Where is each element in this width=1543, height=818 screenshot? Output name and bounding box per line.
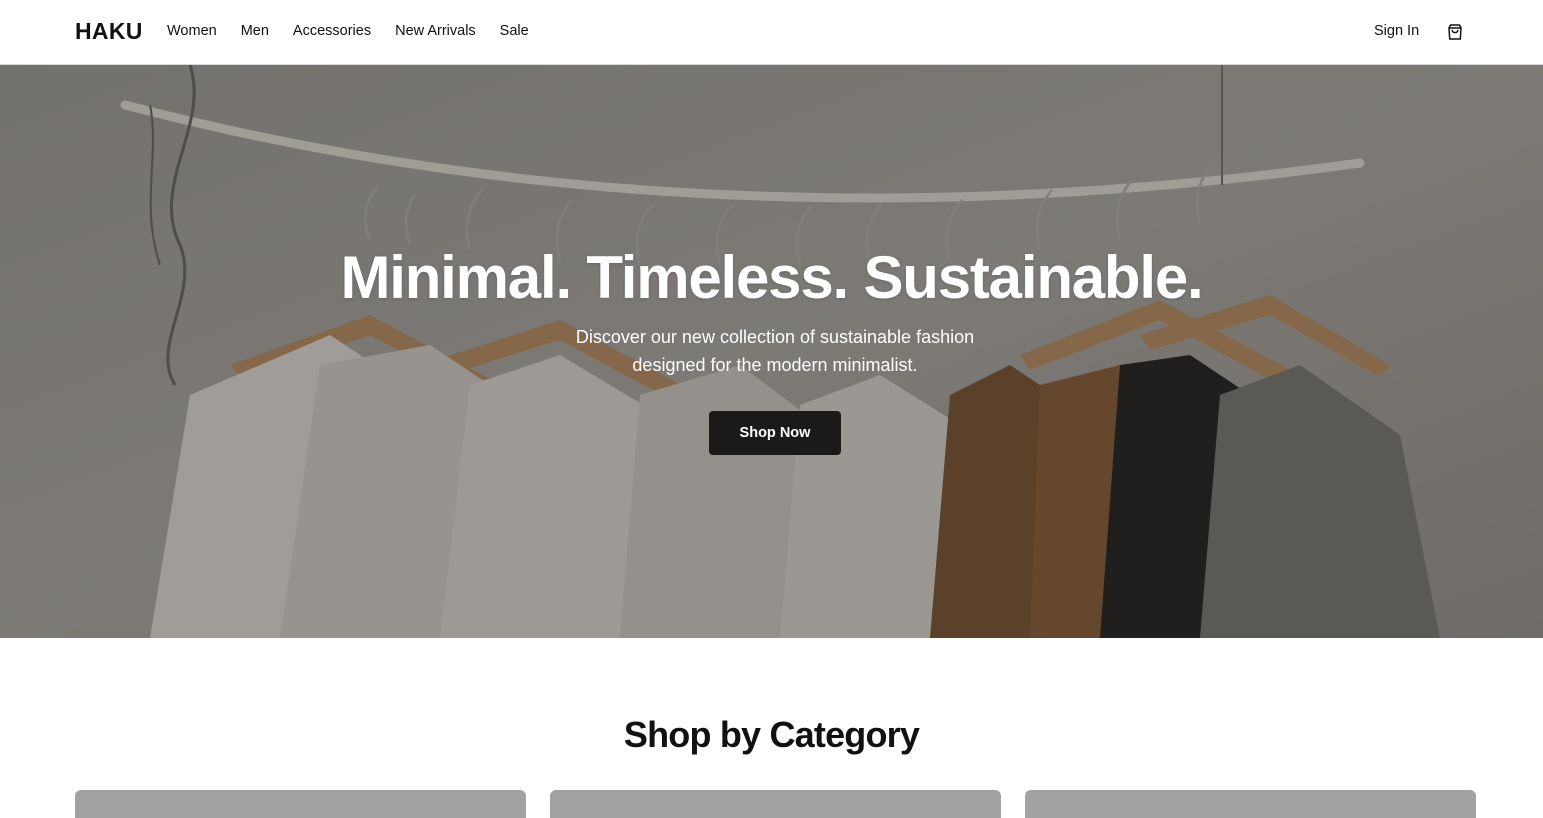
hero-subtitle: Discover our new collection of sustainab… — [575, 327, 975, 375]
shopping-bag-icon — [1448, 24, 1462, 40]
sign-in-link[interactable]: Sign In — [1374, 23, 1419, 39]
category-card[interactable] — [1025, 790, 1476, 818]
hero-title: Minimal. Timeless. Sustainable. — [340, 244, 1203, 311]
nav-women[interactable]: Women — [167, 23, 217, 39]
nav-new-arrivals[interactable]: New Arrivals — [395, 23, 476, 39]
shop-now-button[interactable]: Shop Now — [709, 411, 841, 455]
section-title: Shop by Category — [623, 714, 920, 755]
category-card[interactable] — [75, 790, 526, 818]
nav-sale[interactable]: Sale — [500, 23, 529, 39]
nav-accessories[interactable]: Accessories — [293, 23, 371, 39]
category-cards — [75, 790, 1476, 818]
nav-men[interactable]: Men — [241, 23, 269, 39]
category-card[interactable] — [550, 790, 1001, 818]
brand-logo[interactable]: HAKU — [75, 18, 143, 45]
main-nav: Women Men Accessories New Arrivals Sale — [167, 23, 529, 39]
cart-button[interactable] — [1446, 23, 1464, 41]
site-header: HAKU Women Men Accessories New Arrivals … — [0, 0, 1543, 65]
hero-banner: Minimal. Timeless. Sustainable. Discover… — [0, 65, 1543, 638]
